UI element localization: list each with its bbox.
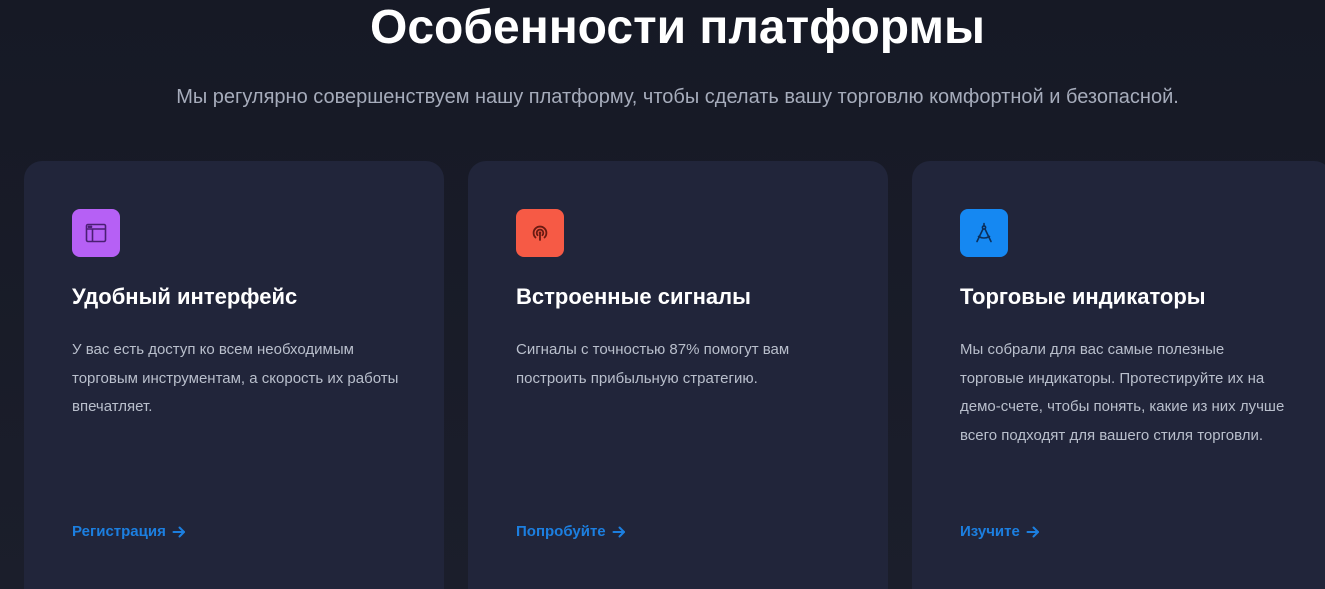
- feature-card-signals: Встроенные сигналы Сигналы с точностью 8…: [468, 161, 888, 589]
- card-title: Встроенные сигналы: [516, 284, 751, 309]
- signal-broadcast-icon: [516, 209, 564, 257]
- card-description: У вас есть доступ ко всем необходимым то…: [72, 341, 399, 415]
- link-label: Регистрация: [72, 523, 166, 540]
- feature-card-indicators: Торговые индикаторы Мы собрали для вас с…: [912, 161, 1325, 589]
- explore-link[interactable]: Изучите: [960, 523, 1040, 540]
- features-section: Особенности платформы Мы регулярно совер…: [0, 0, 1325, 589]
- arrow-right-icon: [172, 526, 185, 537]
- arrow-right-icon: [612, 526, 625, 537]
- try-link[interactable]: Попробуйте: [516, 523, 626, 540]
- card-description: Мы собрали для вас самые полезные торгов…: [960, 341, 1285, 444]
- link-label: Попробуйте: [516, 523, 606, 540]
- section-subtitle: Мы регулярно совершенствуем нашу платфор…: [176, 86, 1179, 108]
- arrow-right-icon: [1026, 526, 1039, 537]
- card-description: Сигналы с точностью 87% помогут вам пост…: [516, 341, 790, 387]
- browser-window-icon: [72, 209, 120, 257]
- section-title: Особенности платформы: [370, 1, 985, 54]
- compass-drawing-icon: [960, 209, 1008, 257]
- card-title: Удобный интерфейс: [72, 284, 298, 309]
- link-label: Изучите: [960, 523, 1020, 540]
- register-link[interactable]: Регистрация: [72, 523, 186, 540]
- feature-card-interface: Удобный интерфейс У вас есть доступ ко в…: [24, 161, 444, 589]
- card-title: Торговые индикаторы: [960, 284, 1206, 309]
